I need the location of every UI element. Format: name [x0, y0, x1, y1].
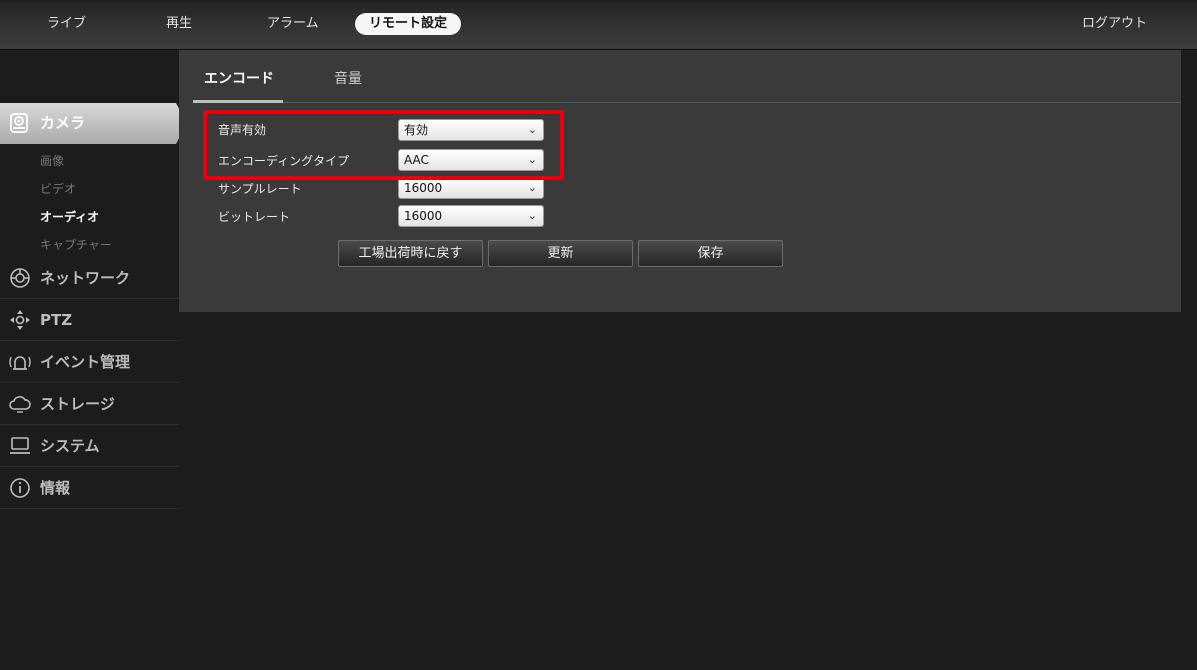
sidebar-item-info[interactable]: 情報 [0, 467, 179, 509]
sidebar-item-storage[interactable]: ストレージ [0, 383, 179, 425]
logout-link[interactable]: ログアウト [1082, 13, 1147, 35]
sidebar-item-network[interactable]: ネットワーク [0, 257, 179, 299]
nav-remote-settings[interactable]: リモート設定 [355, 13, 462, 35]
save-button[interactable]: 保存 [638, 240, 783, 267]
bitrate-select[interactable]: 16000 ⌄ [398, 205, 544, 227]
sidebar: カメラ 画像 ビデオ オーディオ キャプチャー ネットワーク PTZ イベント管… [0, 50, 187, 670]
sidebar-item-label: システム [40, 437, 100, 455]
active-tab-indicator [193, 100, 283, 103]
camera-icon [10, 113, 28, 133]
sidebar-item-label: ストレージ [40, 395, 115, 413]
tab-volume[interactable]: 音量 [334, 68, 362, 88]
sidebar-item-label: ネットワーク [40, 269, 131, 287]
settings-panel: エンコード 音量 音声有効 有効 ⌄ エンコーディングタイプ AAC ⌄ サンプ… [179, 50, 1181, 312]
submenu-audio[interactable]: オーディオ [40, 208, 99, 225]
nav-alarm[interactable]: アラーム [267, 13, 319, 35]
top-nav-bar: ライブ 再生 アラーム リモート設定 ログアウト [0, 0, 1197, 50]
sample-rate-select[interactable]: 16000 ⌄ [398, 177, 544, 199]
select-value: 16000 [404, 181, 443, 195]
alarm-bell-icon [9, 356, 31, 370]
sidebar-item-system[interactable]: システム [0, 425, 179, 467]
chevron-down-icon: ⌄ [527, 209, 537, 222]
factory-reset-button[interactable]: 工場出荷時に戻す [338, 240, 483, 267]
submenu-video[interactable]: ビデオ [40, 180, 76, 197]
tab-divider [193, 102, 1181, 103]
sidebar-item-ptz[interactable]: PTZ [0, 299, 179, 341]
submenu-capture[interactable]: キャプチャー [40, 236, 112, 253]
bitrate-label: ビットレート [218, 210, 291, 224]
sidebar-item-camera[interactable]: カメラ [0, 103, 187, 144]
select-value: 16000 [404, 209, 443, 223]
sidebar-item-label: イベント管理 [40, 353, 131, 371]
submenu-image[interactable]: 画像 [40, 152, 64, 169]
nav-playback[interactable]: 再生 [166, 13, 192, 35]
sidebar-item-label: 情報 [40, 479, 71, 497]
highlight-annotation-box [203, 110, 564, 180]
refresh-button[interactable]: 更新 [488, 240, 633, 267]
chevron-down-icon: ⌄ [527, 181, 537, 194]
tab-encode[interactable]: エンコード [204, 68, 274, 88]
cloud-storage-icon [9, 396, 31, 413]
ptz-icon [10, 310, 30, 330]
sidebar-item-event[interactable]: イベント管理 [0, 341, 179, 383]
scrollbar-track[interactable] [1181, 50, 1197, 670]
network-icon [10, 268, 30, 288]
monitor-icon [10, 437, 30, 454]
sidebar-item-label: PTZ [40, 311, 73, 329]
nav-live[interactable]: ライブ [47, 13, 86, 35]
sidebar-item-label: カメラ [40, 114, 86, 132]
sample-rate-label: サンプルレート [218, 182, 302, 196]
info-icon [10, 478, 30, 498]
